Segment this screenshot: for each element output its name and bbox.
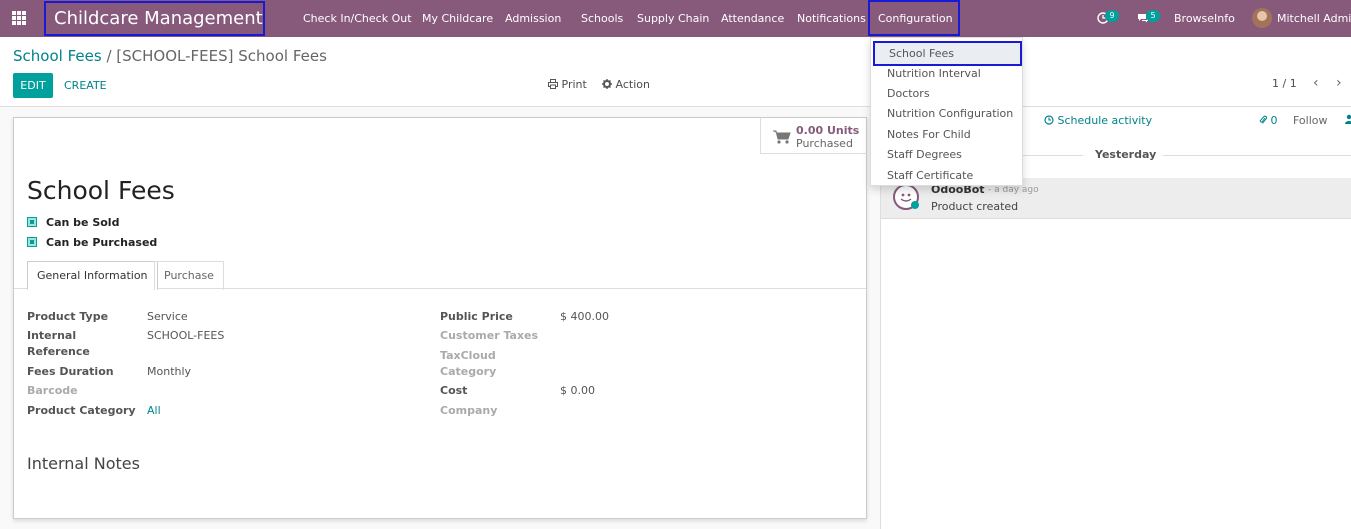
can-be-sold-checkbox[interactable] <box>27 217 37 227</box>
customer-taxes-label: Customer Taxes <box>440 329 539 342</box>
product-type-label: Product Type <box>27 310 109 323</box>
clock-icon <box>1044 115 1054 125</box>
online-status-icon <box>911 201 919 209</box>
breadcrumb: School Fees / [SCHOOL-FEES] School Fees <box>13 47 327 65</box>
can-be-purchased-checkbox[interactable] <box>27 237 37 247</box>
menu-admission[interactable]: Admission <box>505 0 561 37</box>
purchased-value: 0.00 Units <box>796 124 860 137</box>
menu-schools[interactable]: Schools <box>581 0 623 37</box>
configuration-dropdown: School Fees Nutrition Interval Doctors N… <box>870 37 1023 186</box>
user-avatar[interactable] <box>1252 8 1272 28</box>
attachments-button[interactable]: 0 <box>1259 114 1278 127</box>
company-switcher[interactable]: BrowseInfo <box>1174 0 1235 37</box>
schedule-activity-label: Schedule activity <box>1057 114 1153 127</box>
apps-menu-icon[interactable] <box>12 11 26 25</box>
menu-my-childcare[interactable]: My Childcare <box>422 0 493 37</box>
purchased-smart-button[interactable]: 0.00 Units Purchased <box>760 118 867 154</box>
barcode-label: Barcode <box>27 384 78 397</box>
breadcrumb-parent-link[interactable]: School Fees <box>13 47 102 65</box>
purchased-label: Purchased <box>796 137 853 150</box>
can-be-purchased-label: Can be Purchased <box>46 236 158 249</box>
internal-reference-label: Internal Reference <box>27 329 90 358</box>
printer-icon <box>548 79 558 89</box>
can-be-sold-label: Can be Sold <box>46 216 120 229</box>
taxcloud-category-label: TaxCloud Category <box>440 349 497 378</box>
followers-icon[interactable] <box>1345 114 1351 127</box>
product-category-link[interactable]: All <box>147 403 161 419</box>
public-price-value: $ 400.00 <box>560 310 609 323</box>
fees-duration-value: Monthly <box>147 365 192 378</box>
dropdown-item-notes-for-child[interactable]: Notes For Child <box>871 125 1024 145</box>
internal-reference-value: SCHOOL-FEES <box>147 329 225 342</box>
product-category-label: Product Category <box>27 404 136 417</box>
gear-icon <box>602 79 612 89</box>
company-label: Company <box>440 404 498 417</box>
menu-configuration[interactable]: Configuration <box>878 0 953 37</box>
print-label: Print <box>561 78 587 91</box>
pager-value[interactable]: 1 / 1 <box>1272 77 1297 90</box>
control-panel: School Fees / [SCHOOL-FEES] School Fees … <box>0 37 1351 107</box>
create-button[interactable]: CREATE <box>64 73 107 98</box>
public-price-label: Public Price <box>440 310 513 323</box>
menu-notifications[interactable]: Notifications <box>797 0 866 37</box>
message-body: Product created <box>931 200 1019 213</box>
menu-supply-chain[interactable]: Supply Chain <box>637 0 709 37</box>
internal-notes-heading: Internal Notes <box>27 454 140 473</box>
form-tabs: General Information Purchase <box>14 261 866 290</box>
schedule-activity-button[interactable]: Schedule activity <box>1044 114 1152 127</box>
dropdown-item-staff-degrees[interactable]: Staff Degrees <box>871 145 1024 165</box>
activity-count-badge: 9 <box>1105 10 1119 22</box>
product-type-value: Service <box>147 310 188 323</box>
user-icon <box>1345 114 1351 124</box>
print-menu[interactable]: Print <box>548 78 587 91</box>
fees-duration-label: Fees Duration <box>27 365 114 378</box>
user-menu[interactable]: Mitchell Admin <box>1277 0 1351 37</box>
dropdown-item-school-fees[interactable]: School Fees <box>873 41 1022 66</box>
follow-button[interactable]: Follow <box>1293 114 1328 127</box>
attachments-count: 0 <box>1270 114 1278 127</box>
breadcrumb-separator: / <box>106 47 112 65</box>
menu-attendance[interactable]: Attendance <box>721 0 784 37</box>
dropdown-item-nutrition-configuration[interactable]: Nutrition Configuration <box>871 104 1024 124</box>
dropdown-item-nutrition-interval[interactable]: Nutrition Interval <box>871 64 1024 84</box>
message-time: - a day ago <box>988 185 1039 195</box>
pager-previous-button[interactable]: ‹ <box>1313 75 1319 91</box>
message-count-badge: 5 <box>1146 10 1160 22</box>
day-separator-label: Yesterday <box>1095 148 1157 161</box>
cost-label: Cost <box>440 384 468 397</box>
app-brand[interactable]: Childcare Management <box>44 1 265 36</box>
paperclip-icon <box>1259 115 1267 124</box>
breadcrumb-current: [SCHOOL-FEES] School Fees <box>116 47 327 65</box>
dropdown-item-doctors[interactable]: Doctors <box>871 84 1024 104</box>
pager-next-button[interactable]: › <box>1336 75 1342 91</box>
top-navbar: Childcare Management Check In/Check Out … <box>0 0 1351 37</box>
product-title: School Fees <box>27 176 175 205</box>
action-label: Action <box>615 78 650 91</box>
action-menu[interactable]: Action <box>602 78 650 91</box>
edit-button[interactable]: EDIT <box>13 73 53 98</box>
dropdown-item-staff-certificate[interactable]: Staff Certificate <box>871 166 1024 186</box>
cost-value: $ 0.00 <box>560 384 595 397</box>
menu-check-in-out[interactable]: Check In/Check Out <box>303 0 412 37</box>
day-separator-line-right <box>1163 155 1351 156</box>
form-sheet: 0.00 Units Purchased School Fees Can be … <box>13 117 867 519</box>
tab-purchase[interactable]: Purchase <box>154 261 224 290</box>
shopping-cart-icon <box>773 130 791 144</box>
tab-general-information[interactable]: General Information <box>27 261 158 290</box>
